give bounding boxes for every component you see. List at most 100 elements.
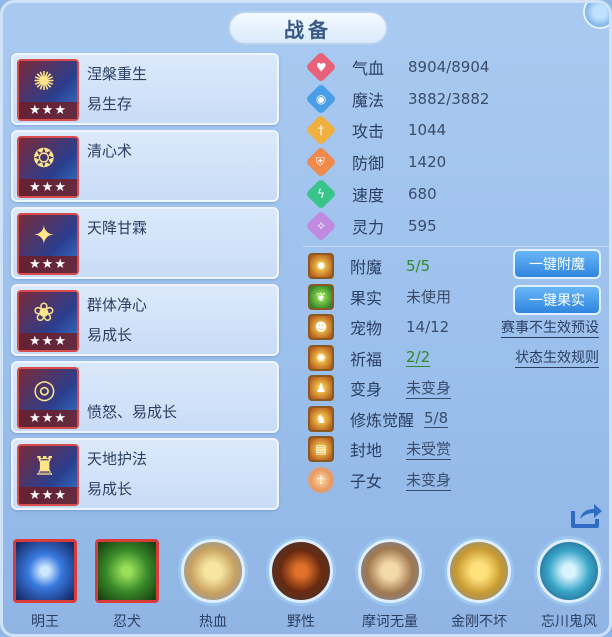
status-row: ❦ 果实 未使用 一键果实 [299,282,609,315]
monk-icon [358,539,422,603]
skill-name: 摩诃无量 [362,614,418,630]
skill-name: 金刚不坏 [451,614,507,630]
status-row: ♟ 变身 未变身 [299,373,609,404]
status-value: 未使用 [406,288,452,307]
star-rating: ★★★ [19,256,77,273]
skill-item[interactable]: 野性 [261,539,341,631]
card-item[interactable]: ✦ ★★★ 天降甘霖 [11,207,279,279]
status-label: 修炼觉醒 [350,410,415,430]
status-row: ▤ 封地 未受赏 [299,434,609,465]
stat-row: ◉ 魔法 3882/3882 [299,83,609,115]
status-row: ✺ 祈福 2/2 状态生效规则 [299,343,609,374]
status-row: ♞ 修炼觉醒 5/8 [299,404,609,435]
page-title: 战备 [228,11,388,45]
star-rating: ★★★ [19,487,77,504]
heart-icon: ♥ [305,51,337,83]
beast-icon [269,539,333,603]
skill-item[interactable]: 明王 [5,539,85,631]
card-subtitle: 易成长 [87,326,133,344]
fruit-all-button[interactable]: 一键果实 [513,284,601,315]
stat-label: 魔法 [352,90,385,110]
stat-label: 攻击 [352,122,385,142]
star-rating: ★★★ [19,102,77,119]
fief-icon: ▤ [308,436,334,463]
purify-icon: ❀ ★★★ [17,290,79,352]
status-label: 宠物 [350,319,383,339]
transform-icon: ♟ [308,375,334,402]
card-item[interactable]: ❂ ★★★ 清心术 [11,130,279,202]
skill-item[interactable]: 金刚不坏 [439,539,519,631]
status-value[interactable]: 未变身 [406,377,452,400]
stat-label: 灵力 [352,217,385,237]
divider [303,246,609,247]
armor-icon: ⛨ [305,146,337,178]
card-title: 涅槃重生 [87,65,148,83]
stat-row: ♥ 气血 8904/8904 [299,51,609,83]
equipment-panel: 战备 ✺ ★★★ 涅槃重生 易生存 ❂ ★★★ 清心术 ✦ ★★★ 天降甘霖 ❀ ★★★… [0,0,612,637]
skill-item[interactable]: 摩诃无量 [350,539,430,631]
skill-item[interactable]: 忘川鬼风 [529,539,609,631]
stat-label: 速度 [352,186,385,206]
sword-icon: † [305,114,337,147]
wolf-icon [95,539,159,603]
status-value[interactable]: 2/2 [406,348,431,368]
stat-value: 1420 [408,153,447,172]
card-subtitle: 易成长 [87,480,133,498]
status-row: ☥ 子女 未变身 [299,465,609,496]
card-item[interactable]: ❀ ★★★ 群体净心 易成长 [11,284,279,356]
left-card-list: ✺ ★★★ 涅槃重生 易生存 ❂ ★★★ 清心术 ✦ ★★★ 天降甘霖 ❀ ★★★ 群体… [11,53,279,515]
child-icon: ☥ [308,466,334,493]
card-title: 天地护法 [87,450,148,468]
enchant-all-button[interactable]: 一键附魔 [513,249,601,279]
golden-monk-icon [447,539,511,603]
stat-value: 1044 [408,121,447,140]
skill-name: 忘川鬼风 [541,614,597,630]
card-item[interactable]: ◎ ★★★ 愤怒、易成长 [11,361,279,433]
stat-value: 8904/8904 [408,57,490,76]
stat-value: 3882/3882 [408,89,490,108]
warrior-icon [181,539,245,603]
status-value: 14/12 [406,318,450,337]
status-row: ✹ 附魔 5/5 一键附魔 [299,249,609,282]
status-value[interactable]: 未变身 [406,469,452,491]
skill-name: 热血 [199,614,227,630]
stat-value: 595 [408,216,437,235]
preset-link[interactable]: 赛事不生效预设 [501,317,599,338]
status-label: 封地 [350,441,383,461]
stat-label: 气血 [352,58,385,78]
pet-icon: ☻ [308,314,334,341]
guardian-icon: ♜ ★★★ [17,444,79,506]
rules-link[interactable]: 状态生效规则 [515,347,599,369]
star-rating: ★★★ [19,179,77,196]
skill-name: 明王 [31,614,59,630]
status-label: 果实 [350,288,383,308]
dragon-icon: ❂ ★★★ [17,136,79,198]
status-value[interactable]: 5/8 [424,409,449,429]
skill-name: 忍犬 [113,614,141,630]
status-label: 祈福 [350,349,383,369]
share-icon[interactable] [570,501,604,529]
card-item[interactable]: ✺ ★★★ 涅槃重生 易生存 [11,53,279,125]
stat-value: 680 [408,185,437,204]
skill-item[interactable]: 热血 [173,539,253,631]
status-value[interactable]: 未受赏 [406,438,452,461]
stat-label: 防御 [352,154,385,174]
card-title: 群体净心 [87,296,148,314]
mana-icon: ◉ [305,83,337,115]
fruit-icon: ❦ [308,283,334,310]
skill-item[interactable]: 忍犬 [87,539,167,631]
card-item[interactable]: ♜ ★★★ 天地护法 易成长 [11,438,279,510]
skill-name: 野性 [287,614,315,630]
stat-row: ϟ 速度 680 [299,178,609,210]
stat-row: † 攻击 1044 [299,114,609,147]
star-rating: ★★★ [19,333,77,350]
phoenix-icon: ✺ ★★★ [17,59,79,121]
light-orb-icon [13,539,77,603]
close-orb-icon[interactable] [583,3,609,29]
skill-bar: 明王 忍犬 热血 野性 摩诃无量 金刚不坏 忘川鬼风 [3,539,609,634]
lightning-icon: ϟ [305,178,337,210]
card-subtitle: 易生存 [87,95,133,113]
status-list: ✹ 附魔 5/5 一键附魔 ❦ 果实 未使用 一键果实 ☻ 宠物 14/12 赛… [299,249,609,496]
star-rating: ★★★ [19,410,77,427]
status-value: 5/5 [406,257,431,276]
